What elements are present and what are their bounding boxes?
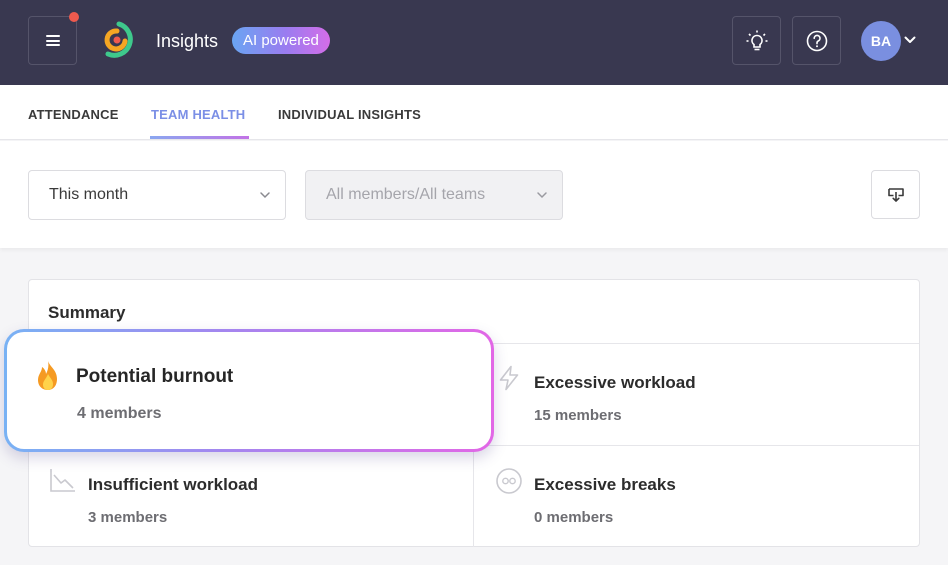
tips-button[interactable]	[732, 16, 781, 65]
tab-team-health[interactable]: TEAM HEALTH	[151, 107, 245, 122]
top-bar: Insights AI powered BA	[0, 0, 948, 85]
download-button[interactable]	[871, 170, 920, 219]
potential-burnout-card[interactable]: Potential burnout 4 members	[4, 329, 494, 452]
lightbulb-icon	[746, 30, 767, 50]
app-title: Insights	[156, 31, 219, 51]
hamburger-icon	[45, 35, 60, 46]
trend-down-icon	[50, 469, 75, 492]
members-select-value: All members/All teams	[326, 186, 486, 203]
ai-powered-badge: AI powered	[232, 27, 330, 54]
metric-title-potential-burnout[interactable]: Potential burnout	[76, 366, 233, 388]
filter-bar: This month All members/All teams	[0, 141, 948, 248]
period-select-value: This month	[49, 186, 129, 203]
user-avatar[interactable]: BA	[861, 21, 901, 61]
pause-icon	[496, 468, 522, 494]
download-icon	[887, 187, 904, 202]
metric-title-excessive-workload[interactable]: Excessive workload	[534, 373, 696, 393]
chevron-down-icon	[260, 192, 270, 199]
metric-count-excessive-workload: 15 members	[534, 407, 622, 424]
app-logo-icon	[104, 21, 133, 58]
lightning-icon	[499, 365, 519, 391]
metric-title-excessive-breaks[interactable]: Excessive breaks	[534, 475, 676, 495]
metric-count-excessive-breaks: 0 members	[534, 509, 614, 526]
members-select: All members/All teams	[305, 170, 563, 220]
tab-individual-insights[interactable]: INDIVIDUAL INSIGHTS	[278, 107, 421, 122]
summary-title: Summary	[48, 303, 126, 322]
chevron-down-icon	[537, 192, 547, 199]
active-tab-indicator	[150, 136, 249, 139]
period-select[interactable]: This month	[28, 170, 286, 220]
tab-bar: ATTENDANCE TEAM HEALTH INDIVIDUAL INSIGH…	[0, 85, 948, 140]
help-icon	[806, 30, 827, 51]
fire-icon	[38, 361, 57, 390]
menu-button[interactable]	[28, 16, 77, 65]
metric-count-potential-burnout: 4 members	[77, 405, 162, 422]
notification-dot	[69, 12, 79, 22]
metric-title-insufficient-workload[interactable]: Insufficient workload	[88, 475, 258, 495]
metric-count-insufficient-workload: 3 members	[88, 509, 168, 526]
chevron-down-icon[interactable]	[904, 36, 916, 44]
tab-attendance[interactable]: ATTENDANCE	[28, 107, 119, 122]
help-button[interactable]	[792, 16, 841, 65]
